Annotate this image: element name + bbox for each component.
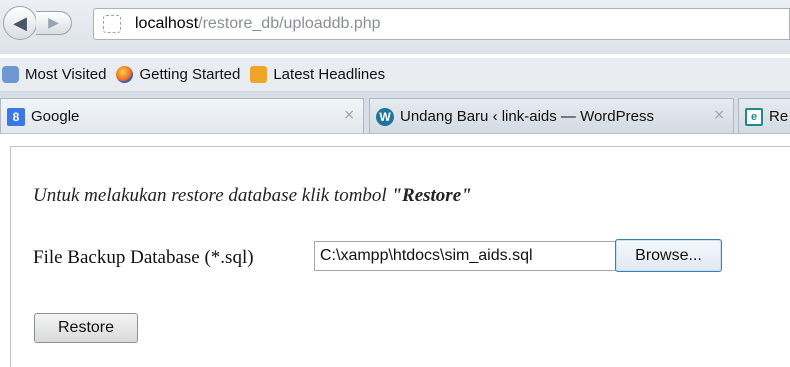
bookmarks-bar: Most Visited Getting Started Latest Head…: [0, 58, 790, 92]
address-bar[interactable]: localhost/restore_db/uploaddb.php: [93, 8, 790, 40]
bookmark-label: Latest Headlines: [273, 66, 386, 83]
back-arrow-icon: ◀: [13, 12, 27, 34]
tab-re[interactable]: e Re: [738, 98, 790, 133]
tab-label: Re: [769, 108, 789, 125]
url-text: localhost/restore_db/uploaddb.php: [135, 15, 381, 33]
page-content: Untuk melakukan restore database klik to…: [10, 146, 790, 367]
re-icon: e: [745, 107, 763, 126]
tab-google[interactable]: 8 Google ×: [0, 98, 364, 133]
most-visited-icon: [2, 66, 19, 83]
tab-label: Undang Baru ‹ link-aids — WordPress: [400, 108, 654, 125]
site-identity-icon: [103, 15, 121, 33]
bookmark-label: Getting Started: [139, 66, 241, 83]
url-host: localhost: [135, 15, 199, 32]
bookmark-getting-started[interactable]: Getting Started: [116, 66, 240, 83]
back-button[interactable]: ◀: [3, 6, 37, 40]
close-icon[interactable]: ×: [343, 107, 355, 123]
tab-label: Google: [31, 108, 80, 125]
tab-undang-baru[interactable]: W Undang Baru ‹ link-aids — WordPress ×: [369, 98, 734, 133]
restore-button[interactable]: Restore: [34, 313, 138, 343]
google-icon: 8: [7, 107, 25, 126]
bookmark-latest-headlines[interactable]: Latest Headlines: [250, 66, 385, 83]
file-path-field[interactable]: C:\xampp\htdocs\sim_aids.sql: [314, 241, 616, 271]
firefox-icon: [116, 66, 134, 83]
url-path: /restore_db/uploaddb.php: [198, 15, 381, 32]
forward-button[interactable]: ▶: [36, 11, 72, 35]
bookmark-label: Most Visited: [25, 66, 107, 83]
browse-button[interactable]: Browse...: [615, 239, 722, 272]
tab-bar: 8 Google × W Undang Baru ‹ link-aids — W…: [0, 92, 790, 134]
bookmark-most-visited[interactable]: Most Visited: [2, 66, 106, 83]
wordpress-icon: W: [376, 107, 394, 126]
forward-arrow-icon: ▶: [48, 15, 59, 31]
rss-icon: [250, 66, 268, 83]
instruction-text: Untuk melakukan restore database klik to…: [33, 185, 472, 207]
instruction-emphasis: "Restore": [391, 185, 472, 206]
file-backup-label: File Backup Database (*.sql): [33, 247, 254, 268]
close-icon[interactable]: ×: [713, 107, 725, 123]
navigation-bar: ◀ ▶ localhost/restore_db/uploaddb.php: [0, 0, 790, 54]
instruction-main: Untuk melakukan restore database klik to…: [33, 185, 392, 206]
